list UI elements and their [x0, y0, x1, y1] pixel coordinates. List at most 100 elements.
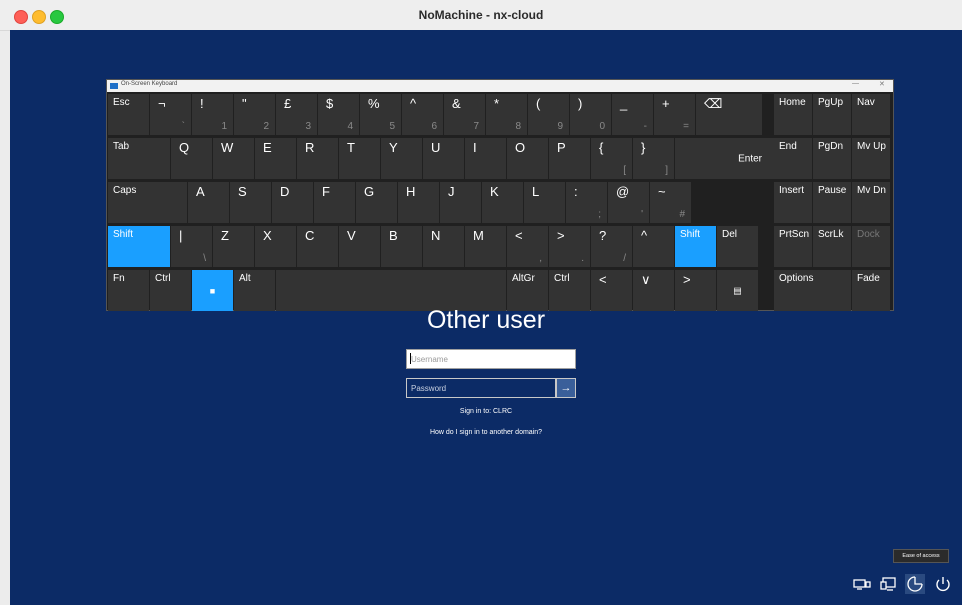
- key-6[interactable]: ^ 6: [402, 94, 443, 135]
- key-5[interactable]: % 5: [360, 94, 401, 135]
- key-d[interactable]: D: [272, 182, 313, 223]
- key-lt[interactable]: <,: [507, 226, 548, 267]
- osk-close-button[interactable]: ✕: [879, 80, 885, 88]
- key-fn[interactable]: Fn: [108, 270, 149, 311]
- key-equals[interactable]: + =: [654, 94, 695, 135]
- key-lbrace[interactable]: {[: [591, 138, 632, 179]
- key-altgr[interactable]: AltGr: [507, 270, 548, 311]
- key-backspace[interactable]: ⌫: [696, 94, 762, 135]
- key-gt[interactable]: >.: [549, 226, 590, 267]
- osk-minimize-button[interactable]: —: [852, 80, 859, 87]
- key-o[interactable]: O: [507, 138, 548, 179]
- key-not[interactable]: ¬ `: [150, 94, 191, 135]
- key-1[interactable]: ! 1: [192, 94, 233, 135]
- key-esc[interactable]: Esc: [108, 94, 149, 135]
- submit-arrow-button[interactable]: →: [556, 378, 576, 398]
- key-mvup[interactable]: Mv Up: [852, 138, 890, 179]
- key-c[interactable]: C: [297, 226, 338, 267]
- key-tab[interactable]: Tab: [108, 138, 170, 179]
- key-pipe[interactable]: | \: [171, 226, 212, 267]
- key-pgup[interactable]: PgUp: [813, 94, 851, 135]
- key-insert[interactable]: Insert: [774, 182, 812, 223]
- key-e[interactable]: E: [255, 138, 296, 179]
- key-n[interactable]: N: [423, 226, 464, 267]
- key-label: Z: [221, 228, 229, 243]
- key-label: ¬: [158, 96, 166, 111]
- key-m[interactable]: M: [465, 226, 506, 267]
- password-input[interactable]: [406, 378, 556, 398]
- key-ctrl[interactable]: Ctrl: [150, 270, 191, 311]
- username-input[interactable]: [406, 349, 576, 369]
- key-label: :: [574, 184, 578, 199]
- network-icon[interactable]: [852, 574, 872, 594]
- key-s[interactable]: S: [230, 182, 271, 223]
- remote-desktop[interactable]: On-Screen Keyboard — ✕ Esc ¬ `! 1 " 2 £3 $4% 5 ^ 6…: [10, 30, 962, 605]
- key-i[interactable]: I: [465, 138, 506, 179]
- key-g[interactable]: G: [356, 182, 397, 223]
- key-0[interactable]: ) 0: [570, 94, 611, 135]
- key-label: ": [242, 96, 247, 111]
- key-9[interactable]: (9: [528, 94, 569, 135]
- key-mvdn[interactable]: Mv Dn: [852, 182, 890, 223]
- key-w[interactable]: W: [213, 138, 254, 179]
- key-4[interactable]: $4: [318, 94, 359, 135]
- display-icon[interactable]: [879, 574, 899, 594]
- key-k[interactable]: K: [482, 182, 523, 223]
- key-label: <: [515, 228, 523, 243]
- key-f[interactable]: F: [314, 182, 355, 223]
- key-q[interactable]: Q: [171, 138, 212, 179]
- key-v[interactable]: V: [339, 226, 380, 267]
- key-minus[interactable]: _ -: [612, 94, 653, 135]
- key-t[interactable]: T: [339, 138, 380, 179]
- key-at[interactable]: @ ': [608, 182, 649, 223]
- key-lshift[interactable]: Shift: [108, 226, 170, 267]
- key-menu[interactable]: ▤: [717, 270, 758, 311]
- key-label: Dock: [857, 229, 880, 240]
- key-colon[interactable]: :;: [566, 182, 607, 223]
- key-8[interactable]: * 8: [486, 94, 527, 135]
- key-alt[interactable]: Alt: [234, 270, 275, 311]
- key-l[interactable]: L: [524, 182, 565, 223]
- key-dock[interactable]: Dock: [852, 226, 890, 267]
- power-icon[interactable]: [933, 574, 953, 594]
- key-pause[interactable]: Pause: [813, 182, 851, 223]
- key-fade[interactable]: Fade: [852, 270, 890, 311]
- key-up[interactable]: ^: [633, 226, 674, 267]
- ease-of-access-icon[interactable]: [905, 574, 925, 594]
- key-rbrace[interactable]: }]: [633, 138, 674, 179]
- key-p[interactable]: P: [549, 138, 590, 179]
- key-a[interactable]: A: [188, 182, 229, 223]
- key-caps[interactable]: Caps: [108, 182, 187, 223]
- key-prtscn[interactable]: PrtScn: [774, 226, 812, 267]
- key-end[interactable]: End: [774, 138, 812, 179]
- key-right[interactable]: >: [675, 270, 716, 311]
- key-j[interactable]: J: [440, 182, 481, 223]
- key-h[interactable]: H: [398, 182, 439, 223]
- key-u[interactable]: U: [423, 138, 464, 179]
- key-options[interactable]: Options: [774, 270, 851, 311]
- key-3[interactable]: £3: [276, 94, 317, 135]
- key-label: Alt: [239, 273, 251, 284]
- key-2[interactable]: " 2: [234, 94, 275, 135]
- key-b[interactable]: B: [381, 226, 422, 267]
- key-x[interactable]: X: [255, 226, 296, 267]
- key-rshift[interactable]: Shift: [675, 226, 716, 267]
- key-space[interactable]: [276, 270, 506, 311]
- key-z[interactable]: Z: [213, 226, 254, 267]
- key-del[interactable]: Del: [717, 226, 758, 267]
- key-rctrl[interactable]: Ctrl: [549, 270, 590, 311]
- key-pgdn[interactable]: PgDn: [813, 138, 851, 179]
- key-7[interactable]: & 7: [444, 94, 485, 135]
- key-navkey[interactable]: Nav: [852, 94, 890, 135]
- other-domain-link[interactable]: How do I sign in to another domain?: [10, 429, 962, 436]
- key-tilde[interactable]: ~ #: [650, 182, 691, 223]
- key-enter[interactable]: Enter: [675, 138, 774, 179]
- key-scrlk[interactable]: ScrLk: [813, 226, 851, 267]
- key-home[interactable]: Home: [774, 94, 812, 135]
- key-question[interactable]: ? /: [591, 226, 632, 267]
- key-down[interactable]: ∨: [633, 270, 674, 311]
- key-r[interactable]: R: [297, 138, 338, 179]
- key-win[interactable]: ■: [192, 270, 233, 311]
- key-left[interactable]: <: [591, 270, 632, 311]
- key-y[interactable]: Y: [381, 138, 422, 179]
